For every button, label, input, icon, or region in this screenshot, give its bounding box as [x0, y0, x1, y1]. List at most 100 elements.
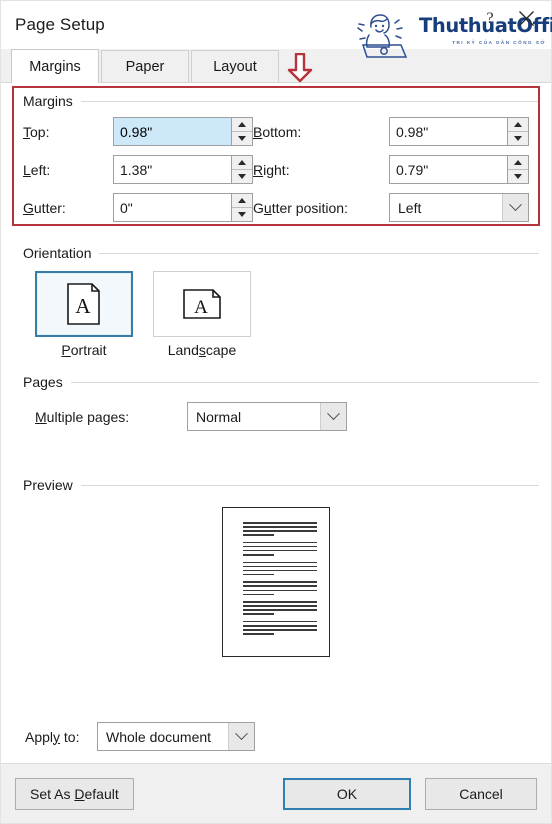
bottom-margin-spin-down[interactable]	[508, 131, 528, 145]
preview-line	[243, 554, 275, 556]
preview-line	[243, 620, 317, 623]
triangle-up-icon	[238, 159, 246, 165]
svg-text:A: A	[194, 297, 208, 318]
bottom-margin-input[interactable]	[389, 117, 507, 146]
preview-line	[243, 561, 317, 564]
preview-paragraph	[243, 581, 317, 596]
gutter-label: Gutter:	[23, 199, 66, 216]
tab-paper[interactable]: Paper	[101, 50, 189, 82]
gutter-spin-up[interactable]	[232, 194, 252, 208]
pages-group: Pages Multiple pages: Normal	[13, 374, 539, 431]
gutter-position-label: Gutter position:	[253, 199, 348, 216]
triangle-down-icon	[514, 173, 522, 179]
preview-paragraph	[243, 522, 317, 536]
preview-line	[243, 573, 275, 576]
top-margin-spin-up[interactable]	[232, 118, 252, 132]
chevron-down-icon	[235, 727, 248, 741]
gutter-position-dropdown-button[interactable]	[502, 194, 528, 221]
set-as-default-button[interactable]: Set As Default	[15, 777, 134, 810]
tab-paper-label: Paper	[125, 58, 165, 75]
page-setup-dialog: Page Setup ThuthuatOffice TRI	[0, 0, 552, 824]
chevron-down-icon	[509, 198, 522, 212]
triangle-up-icon	[238, 121, 246, 127]
triangle-down-icon	[238, 135, 246, 141]
left-margin-spinner[interactable]	[113, 155, 253, 184]
triangle-down-icon	[514, 135, 522, 141]
gutter-position-value: Left	[398, 199, 422, 216]
gutter-position-dropdown[interactable]: Left	[389, 193, 529, 222]
chevron-down-icon	[327, 407, 340, 421]
right-margin-input[interactable]	[389, 155, 507, 184]
preview-paragraph	[243, 541, 317, 556]
preview-line	[243, 605, 317, 607]
preview-line	[243, 526, 317, 528]
preview-line	[243, 601, 317, 603]
bottom-margin-label: Bottom:	[253, 123, 302, 140]
left-margin-input[interactable]	[113, 155, 231, 184]
portrait-button[interactable]: A	[35, 271, 133, 337]
right-margin-spinner[interactable]	[389, 155, 529, 184]
preview-paragraph	[243, 620, 317, 635]
portrait-label: Portrait	[61, 342, 107, 358]
gutter-spin-buttons[interactable]	[231, 193, 253, 222]
close-button[interactable]	[509, 3, 543, 33]
bottom-margin-spin-up[interactable]	[508, 118, 528, 132]
question-mark-icon: ?	[486, 10, 493, 27]
orientation-option-portrait[interactable]: A Portrait	[35, 271, 133, 358]
apply-to-dropdown-button[interactable]	[228, 723, 254, 750]
tab-layout[interactable]: Layout	[191, 50, 279, 82]
preview-paragraph	[243, 561, 317, 576]
triangle-up-icon	[514, 121, 522, 127]
top-margin-label: Top:	[23, 123, 50, 140]
page-title: Page Setup	[15, 15, 105, 34]
page-preview	[222, 507, 330, 657]
apply-to-dropdown[interactable]: Whole document	[97, 722, 255, 751]
right-margin-spin-buttons[interactable]	[507, 155, 529, 184]
preview-line	[243, 549, 317, 552]
help-button[interactable]: ?	[473, 3, 507, 33]
bottom-margin-spinner[interactable]	[389, 117, 529, 146]
top-margin-spin-buttons[interactable]	[231, 117, 253, 146]
pages-group-header: Pages	[13, 374, 539, 390]
orientation-option-landscape[interactable]: A Landscape	[153, 271, 251, 358]
preview-line	[243, 609, 317, 611]
triangle-up-icon	[514, 159, 522, 165]
apply-to-label: Apply to:	[25, 728, 80, 745]
ok-button[interactable]: OK	[283, 777, 411, 810]
cancel-button[interactable]: Cancel	[425, 777, 537, 810]
landscape-button[interactable]: A	[153, 271, 251, 337]
top-margin-spin-down[interactable]	[232, 131, 252, 145]
orientation-group-label: Orientation	[23, 245, 92, 261]
preview-line	[243, 633, 275, 635]
margins-group: Margins Top: 0.98" Bottom: 0.98" Left: 1…	[13, 93, 539, 231]
red-down-arrow-annotation-icon	[287, 53, 313, 83]
right-margin-spin-down[interactable]	[508, 169, 528, 183]
set-as-default-label: Set As Default	[30, 785, 119, 802]
dialog-body: Margins Top: 0.98" Bottom: 0.98" Left: 1…	[1, 83, 551, 763]
multiple-pages-dropdown-button[interactable]	[320, 403, 346, 430]
preview-line	[243, 581, 317, 583]
preview-line	[243, 565, 317, 568]
left-margin-spin-up[interactable]	[232, 156, 252, 170]
bottom-margin-spin-buttons[interactable]	[507, 117, 529, 146]
right-margin-spin-up[interactable]	[508, 156, 528, 170]
orientation-group-header: Orientation	[13, 245, 539, 261]
gutter-input[interactable]	[113, 193, 231, 222]
svg-text:A: A	[75, 294, 91, 318]
svg-text:?: ?	[486, 10, 493, 27]
top-margin-input[interactable]	[113, 117, 231, 146]
top-margin-spinner[interactable]	[113, 117, 253, 146]
preview-line	[243, 530, 317, 532]
tab-margins[interactable]: Margins	[11, 49, 99, 83]
landscape-label: Landscape	[167, 342, 237, 358]
left-margin-label: Left:	[23, 161, 51, 178]
multiple-pages-dropdown[interactable]: Normal	[187, 402, 347, 431]
left-margin-spin-down[interactable]	[232, 169, 252, 183]
group-divider	[99, 252, 539, 254]
gutter-spinner[interactable]	[113, 193, 253, 222]
triangle-up-icon	[238, 197, 246, 203]
preview-line	[243, 629, 317, 631]
dialog-title-bar: Page Setup ThuthuatOffice TRI	[1, 1, 552, 58]
left-margin-spin-buttons[interactable]	[231, 155, 253, 184]
gutter-spin-down[interactable]	[232, 207, 252, 221]
